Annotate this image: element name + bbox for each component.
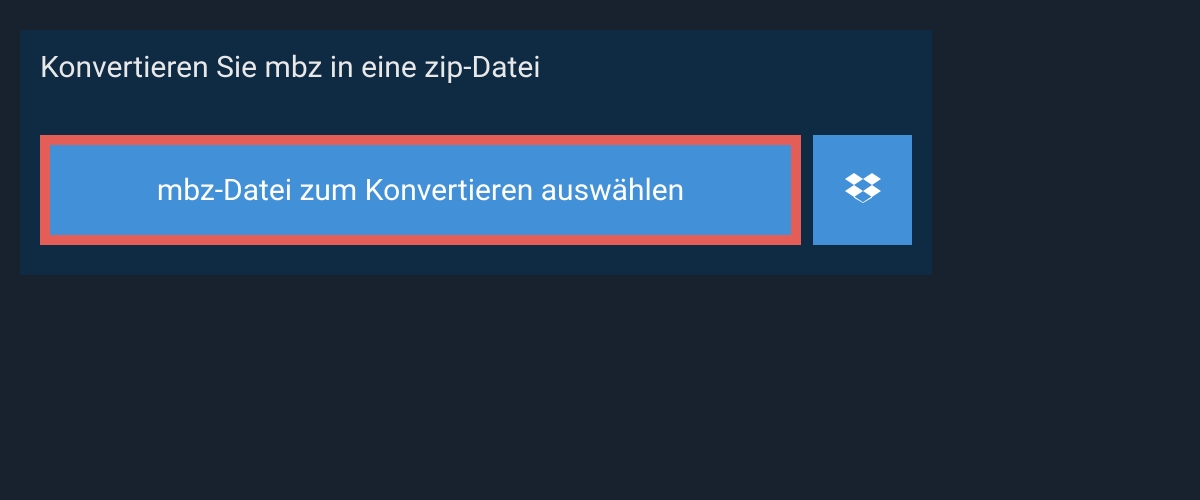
dropbox-icon (845, 170, 881, 210)
converter-panel: Konvertieren Sie mbz in eine zip-Datei m… (20, 30, 932, 275)
page-title: Konvertieren Sie mbz in eine zip-Datei (40, 50, 560, 85)
title-bar: Konvertieren Sie mbz in eine zip-Datei (20, 30, 580, 105)
button-row: mbz-Datei zum Konvertieren auswählen (20, 105, 932, 275)
select-file-button[interactable]: mbz-Datei zum Konvertieren auswählen (40, 135, 801, 245)
select-file-button-label: mbz-Datei zum Konvertieren auswählen (157, 173, 684, 208)
dropbox-button[interactable] (813, 135, 912, 245)
